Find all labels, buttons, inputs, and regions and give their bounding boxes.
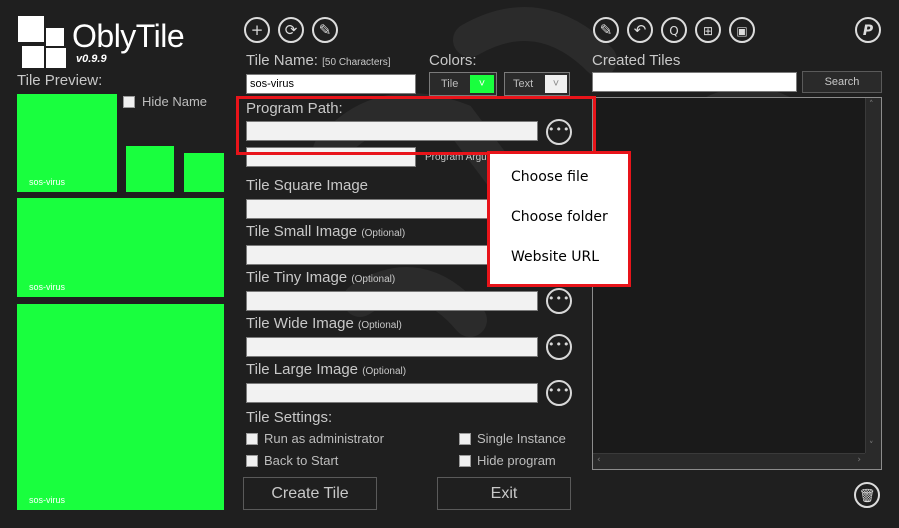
hide-name-label: Hide Name: [142, 94, 208, 109]
search-button[interactable]: Search: [802, 71, 882, 93]
preview-tile-large-name: sos-virus: [29, 495, 66, 505]
vertical-scrollbar[interactable]: ˄ ˅: [865, 98, 881, 453]
refresh-button[interactable]: ⟳: [278, 17, 304, 43]
tile-color-picker[interactable]: Tile ˅: [429, 72, 497, 96]
chevron-down-icon[interactable]: ˅: [869, 441, 874, 451]
preview-tile-wide: sos-virus: [17, 198, 224, 297]
tile-preview-label: Tile Preview:: [17, 72, 103, 89]
exit-button[interactable]: Exit: [437, 477, 571, 510]
add-tile-button[interactable]: +: [244, 17, 270, 43]
large-image-input[interactable]: [246, 383, 538, 403]
back-to-start-label: Back to Start: [264, 453, 339, 468]
tile-name-label: Tile Name: [50 Characters]: [246, 52, 391, 69]
run-as-admin-label: Run as administrator: [264, 431, 384, 446]
horizontal-scrollbar[interactable]: ‹ ›: [593, 453, 865, 469]
tile-settings-label: Tile Settings:: [246, 409, 333, 426]
edit-button[interactable]: ✎: [593, 17, 619, 43]
q-icon: Q: [669, 24, 679, 38]
preview-tile-square-name: sos-virus: [29, 177, 66, 187]
preview-tile-wide-name: sos-virus: [29, 282, 66, 292]
query-button[interactable]: Q: [661, 17, 687, 43]
chevron-down-icon: ˅: [545, 75, 567, 93]
windows-button[interactable]: ⊞: [695, 17, 721, 43]
chevron-up-icon[interactable]: ˄: [869, 100, 874, 110]
tile-color-label: Tile: [441, 78, 459, 90]
text-color-picker[interactable]: Text ˅: [504, 72, 570, 96]
text-color-label: Text: [513, 78, 534, 90]
single-instance-checkbox[interactable]: [459, 433, 471, 445]
menu-item-choose-file[interactable]: Choose file: [511, 169, 588, 185]
single-instance-label: Single Instance: [477, 431, 566, 446]
save-icon: ▣: [736, 24, 748, 38]
small-image-label: Tile Small Image (Optional): [246, 223, 406, 240]
program-path-highlight: [236, 96, 596, 155]
app-version: v0.9.9: [76, 53, 107, 65]
menu-item-website-url[interactable]: Website URL: [511, 249, 599, 265]
tiny-image-label: Tile Tiny Image (Optional): [246, 269, 396, 286]
undo-button[interactable]: ↶: [627, 17, 653, 43]
browse-context-menu: Choose file Choose folder Website URL: [490, 154, 628, 284]
menu-item-choose-folder[interactable]: Choose folder: [511, 209, 608, 225]
app-title: OblyTile: [72, 18, 185, 54]
hide-program-checkbox[interactable]: [459, 455, 471, 467]
created-tiles-list[interactable]: ˄ ˅ ‹ ›: [592, 97, 882, 470]
chevron-down-icon: ˅: [470, 75, 494, 93]
refresh-icon: ⟳: [284, 21, 298, 39]
preview-tile-small: [126, 146, 174, 192]
created-tiles-search-input[interactable]: [592, 72, 797, 92]
paypal-button[interactable]: P: [855, 17, 881, 43]
large-image-browse-button[interactable]: [546, 380, 572, 406]
windows-icon: ⊞: [702, 24, 714, 38]
wrench-icon: ✎: [318, 21, 332, 39]
delete-tile-button[interactable]: 🗑: [854, 482, 880, 508]
hide-name-checkbox[interactable]: [123, 96, 135, 108]
created-tiles-label: Created Tiles: [592, 52, 681, 69]
trash-icon: 🗑: [858, 489, 876, 504]
back-to-start-checkbox[interactable]: [246, 455, 258, 467]
pencil-icon: ✎: [599, 21, 613, 39]
wide-image-label: Tile Wide Image (Optional): [246, 315, 402, 332]
paypal-icon: P: [862, 23, 874, 39]
hide-program-label: Hide program: [477, 453, 556, 468]
preview-tile-tiny: [184, 153, 224, 192]
chevron-right-icon[interactable]: ›: [857, 455, 861, 465]
tile-name-input[interactable]: [246, 74, 416, 94]
run-as-admin-checkbox[interactable]: [246, 433, 258, 445]
scrollbar-corner: [865, 453, 881, 469]
wide-image-input[interactable]: [246, 337, 538, 357]
preview-tile-square: sos-virus: [17, 94, 117, 192]
settings-button[interactable]: ✎: [312, 17, 338, 43]
preview-tile-large: sos-virus: [17, 304, 224, 510]
tiny-image-browse-button[interactable]: [546, 288, 572, 314]
undo-icon: ↶: [633, 21, 647, 39]
tiny-image-input[interactable]: [246, 291, 538, 311]
plus-icon: +: [250, 21, 264, 39]
colors-label: Colors:: [429, 52, 477, 69]
wide-image-browse-button[interactable]: [546, 334, 572, 360]
square-image-label: Tile Square Image: [246, 177, 369, 194]
save-button[interactable]: ▣: [729, 17, 755, 43]
large-image-label: Tile Large Image (Optional): [246, 361, 407, 378]
chevron-left-icon[interactable]: ‹: [597, 455, 601, 465]
create-tile-button[interactable]: Create Tile: [243, 477, 377, 510]
